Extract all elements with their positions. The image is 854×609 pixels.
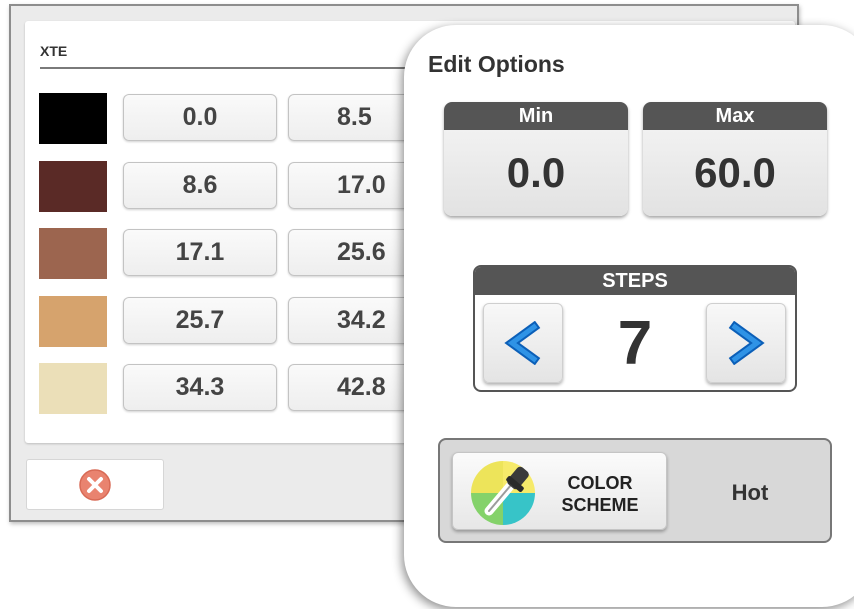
- color-swatch[interactable]: [39, 363, 107, 414]
- max-label: Max: [643, 102, 827, 130]
- panel-title: XTE: [40, 43, 68, 59]
- color-swatch[interactable]: [39, 228, 107, 279]
- title-divider: [40, 67, 440, 69]
- min-label: Min: [444, 102, 628, 130]
- range-min-field[interactable]: 25.7: [123, 297, 277, 344]
- max-field[interactable]: Max 60.0: [643, 102, 827, 216]
- color-swatch[interactable]: [39, 93, 107, 144]
- steps-label: STEPS: [475, 267, 795, 295]
- range-min-field[interactable]: 17.1: [123, 229, 277, 276]
- steps-value: 7: [617, 308, 653, 378]
- range-min-field[interactable]: 0.0: [123, 94, 277, 141]
- range-min-field[interactable]: 8.6: [123, 162, 277, 209]
- color-swatch[interactable]: [39, 296, 107, 347]
- decrement-steps-button[interactable]: [483, 303, 563, 383]
- color-swatch[interactable]: [39, 161, 107, 212]
- chevron-left-icon: [504, 321, 541, 365]
- min-field[interactable]: Min 0.0: [444, 102, 628, 216]
- color-scheme-label-line2: SCHEME: [561, 495, 639, 515]
- color-scheme-value: Hot: [731, 480, 769, 505]
- chevron-right-icon: [728, 321, 765, 365]
- increment-steps-button[interactable]: [706, 303, 786, 383]
- range-min-field[interactable]: 34.3: [123, 364, 277, 411]
- min-value: 0.0: [506, 149, 566, 196]
- color-picker-icon: [471, 461, 535, 525]
- max-value: 60.0: [694, 149, 776, 196]
- popup-title: Edit Options: [428, 51, 565, 77]
- close-x-icon: [79, 468, 111, 501]
- color-scheme-label: COLOR SCHEME: [555, 472, 645, 516]
- close-button[interactable]: [26, 459, 164, 510]
- color-scheme-label-line1: COLOR: [567, 473, 633, 493]
